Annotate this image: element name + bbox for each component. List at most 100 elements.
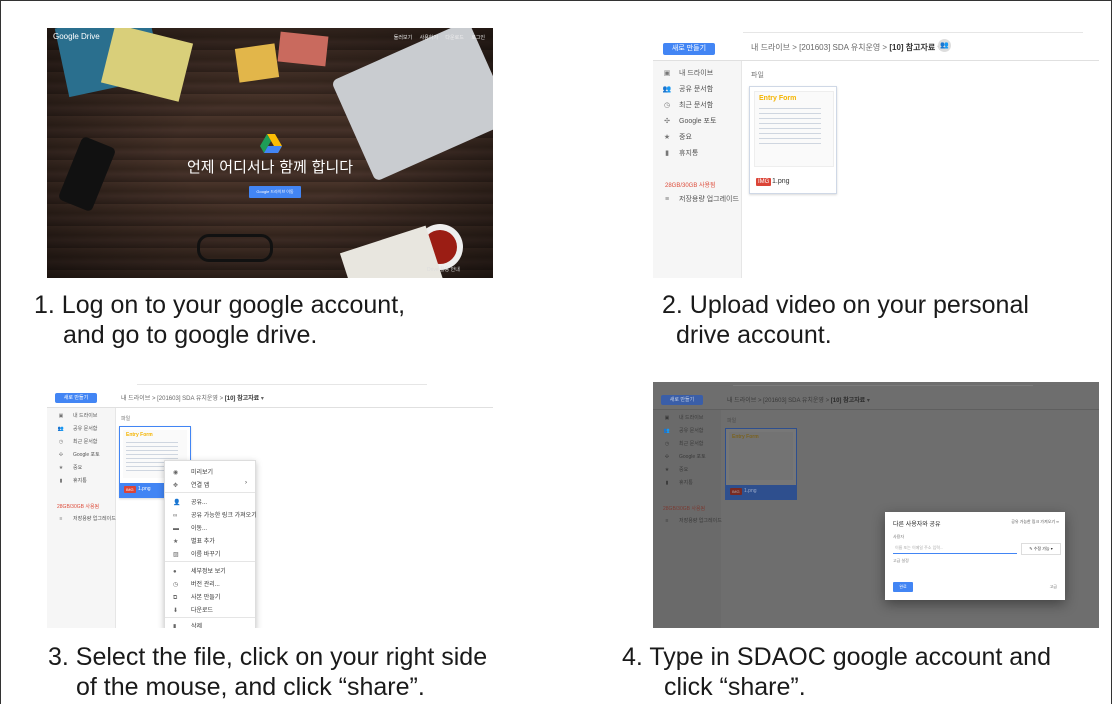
menu-item-get-link[interactable]: ∞ 공유 가능한 링크 가져오기 bbox=[173, 510, 257, 519]
breadcrumb-mid[interactable]: [201603] SDA 유치운영 bbox=[763, 398, 824, 404]
top-link-use[interactable]: 사용하기 bbox=[420, 35, 438, 41]
sidebar-item-recent[interactable]: ◷ 최근 문서함 bbox=[661, 100, 713, 110]
eye-icon: ◉ bbox=[173, 470, 179, 476]
top-divider bbox=[733, 385, 1033, 386]
menu-divider bbox=[165, 561, 255, 562]
landing-logo[interactable]: Google Drive bbox=[53, 32, 100, 41]
advanced-note[interactable]: 고급 설정 bbox=[893, 558, 909, 564]
storage-icon: ≡ bbox=[59, 516, 63, 522]
step-3-caption-line1: 3. Select the file, click on your right … bbox=[48, 643, 488, 671]
breadcrumb-current[interactable]: [10] 참고자료 bbox=[225, 396, 259, 402]
sidebar-item-recent[interactable]: ◷ 최근 문서함 bbox=[661, 440, 704, 447]
menu-item-share[interactable]: 👤 공유... bbox=[173, 497, 207, 506]
sidebar-item-trash[interactable]: ▮ 휴지통 bbox=[55, 477, 87, 484]
thumb-lines bbox=[759, 108, 821, 148]
top-link-download[interactable]: 다운로드 bbox=[445, 35, 463, 41]
copy-icon: ⧉ bbox=[173, 595, 178, 601]
get-link-button[interactable]: 공유 가능한 링크 가져오기 ∞ bbox=[1011, 519, 1059, 525]
sidebar-item-photos[interactable]: ✣ Google 포토 bbox=[661, 453, 706, 460]
get-link-label: 공유 가능한 링크 가져오기 bbox=[1011, 519, 1056, 524]
permission-dropdown[interactable]: ✎ 수정 가능 ▾ bbox=[1021, 543, 1061, 555]
section-label: 파일 bbox=[751, 72, 764, 79]
file-card-dimmed[interactable]: Entry Form IMG 1.png bbox=[725, 428, 797, 500]
file-card[interactable]: Entry Form IMG 1.png bbox=[749, 86, 837, 194]
step-2-caption-line1: 2. Upload video on your personal bbox=[662, 291, 1029, 319]
landing-headline: 언제 어디서나 함께 합니다 bbox=[186, 158, 354, 176]
menu-item-download[interactable]: ⬇ 다운로드 bbox=[173, 605, 213, 614]
done-button[interactable]: 완료 bbox=[893, 582, 913, 592]
step-4-caption-line2: click “share”. bbox=[664, 673, 806, 701]
people-input-placeholder: 이름 또는 이메일 주소 입력... bbox=[895, 545, 944, 550]
storage-icon: ≡ bbox=[665, 518, 669, 524]
breadcrumb-root[interactable]: 내 드라이브 bbox=[751, 43, 790, 52]
storage-text: 28GB/30GB 사용됨 bbox=[57, 504, 100, 510]
sidebar-item-shared[interactable]: 👥 공유 문서함 bbox=[55, 425, 98, 432]
breadcrumb-mid[interactable]: [201603] SDA 유치운영 bbox=[157, 396, 218, 402]
menu-item-versions[interactable]: ◷ 버전 관리... bbox=[173, 579, 220, 588]
trash-icon: ▮ bbox=[59, 478, 63, 484]
star-icon: ★ bbox=[173, 539, 179, 545]
sidebar-item-my-drive[interactable]: ▣ 내 드라이브 bbox=[661, 68, 713, 78]
menu-item-copy[interactable]: ⧉ 사본 만들기 bbox=[173, 592, 220, 602]
sidebar-item-starred[interactable]: ★ 중요 bbox=[55, 464, 82, 471]
menu-divider bbox=[165, 617, 255, 618]
sidebar-item-shared[interactable]: 👥 공유 문서함 bbox=[661, 427, 704, 434]
trash-icon: ▮ bbox=[665, 480, 669, 486]
chevron-right-icon: › bbox=[245, 480, 247, 486]
sidebar-item-shared[interactable]: 👥 공유 문서함 bbox=[661, 84, 714, 94]
menu-item-preview[interactable]: ◉ 미리보기 bbox=[173, 467, 213, 476]
menu-item-delete[interactable]: ▮ 삭제 bbox=[173, 621, 202, 628]
upgrade-storage-link[interactable]: ≡ 저장용량 업그레이드 bbox=[55, 515, 116, 522]
breadcrumb-root[interactable]: 내 드라이브 bbox=[121, 396, 150, 402]
sidebar-item-trash[interactable]: ▮ 휴지통 bbox=[661, 479, 693, 486]
file-name: 1.png bbox=[772, 178, 790, 185]
drive-icon: ▣ bbox=[663, 70, 671, 77]
step-2-caption-line2: drive account. bbox=[676, 321, 832, 349]
sidebar-item-starred[interactable]: ★ 중요 bbox=[661, 132, 692, 142]
share-people-icon[interactable]: 👥 bbox=[938, 39, 951, 52]
sidebar-item-trash[interactable]: ▮ 휴지통 bbox=[661, 148, 698, 158]
upgrade-storage-link[interactable]: ≡ 저장용량 업그레이드 bbox=[661, 194, 739, 204]
landing-cta-button[interactable]: Google 드라이브 이동 bbox=[249, 186, 301, 198]
chevron-down-icon: ▾ bbox=[1050, 546, 1053, 551]
shared-icon: 👥 bbox=[662, 86, 672, 93]
section-label: 파일 bbox=[121, 416, 131, 422]
section-label: 파일 bbox=[727, 418, 737, 424]
breadcrumb-current[interactable]: [10] 참고자료 bbox=[889, 43, 935, 52]
new-button[interactable]: 새로 만들기 bbox=[55, 393, 97, 403]
menu-item-move[interactable]: ▬ 이동... bbox=[173, 523, 207, 532]
step-1-caption-line2: and go to google drive. bbox=[63, 321, 318, 349]
sticky-note-shape bbox=[234, 43, 280, 83]
new-button[interactable]: 새로 만들기 bbox=[663, 43, 715, 55]
shared-icon: 👥 bbox=[57, 426, 65, 432]
sidebar-item-my-drive[interactable]: ▣ 내 드라이브 bbox=[661, 414, 704, 421]
menu-item-details[interactable]: ● 세부정보 보기 bbox=[173, 566, 226, 575]
link-icon: ∞ bbox=[1056, 519, 1059, 524]
sidebar-item-photos[interactable]: ✣ Google 포토 bbox=[55, 451, 100, 458]
share-dialog: 다른 사용자와 공유 공유 가능한 링크 가져오기 ∞ 사용자 이름 또는 이메… bbox=[885, 512, 1065, 600]
screenshot-share-dialog: 새로 만들기 내 드라이브 > [201603] SDA 유치운영 > [10]… bbox=[653, 382, 1099, 628]
clock-icon: ◷ bbox=[663, 102, 671, 109]
people-input[interactable]: 이름 또는 이메일 주소 입력... bbox=[893, 543, 1017, 554]
advanced-link[interactable]: 고급 bbox=[1050, 584, 1057, 590]
clock-icon: ◷ bbox=[58, 439, 64, 445]
top-link-login[interactable]: 로그인 bbox=[471, 35, 485, 41]
breadcrumb-root[interactable]: 내 드라이브 bbox=[727, 398, 756, 404]
sidebar-item-starred[interactable]: ★ 중요 bbox=[661, 466, 688, 473]
top-link-explore[interactable]: 둘러보기 bbox=[394, 35, 412, 41]
top-divider bbox=[743, 32, 1083, 33]
drive-icon: ▣ bbox=[58, 413, 64, 419]
upgrade-storage-link[interactable]: ≡ 저장용량 업그레이드 bbox=[661, 517, 722, 524]
storage-text: 28GB/30GB 사용됨 bbox=[665, 183, 716, 189]
menu-item-star[interactable]: ★ 별표 추가 bbox=[173, 536, 215, 545]
sidebar-item-my-drive[interactable]: ▣ 내 드라이브 bbox=[55, 412, 98, 419]
sidebar-item-photos[interactable]: ✣ Google 포토 bbox=[661, 116, 716, 126]
breadcrumb-current[interactable]: [10] 참고자료 bbox=[831, 398, 865, 404]
new-button[interactable]: 새로 만들기 bbox=[661, 395, 703, 405]
breadcrumb-mid[interactable]: [201603] SDA 유치운영 bbox=[799, 43, 880, 52]
menu-item-rename[interactable]: ▨ 이름 바꾸기 bbox=[173, 549, 220, 558]
file-card-footer: IMG 1.png bbox=[750, 171, 836, 193]
sidebar-item-recent[interactable]: ◷ 최근 문서함 bbox=[55, 438, 98, 445]
menu-item-open-with[interactable]: ✥ 연결 앱 › bbox=[173, 480, 247, 489]
file-name: 1.png bbox=[744, 488, 757, 494]
